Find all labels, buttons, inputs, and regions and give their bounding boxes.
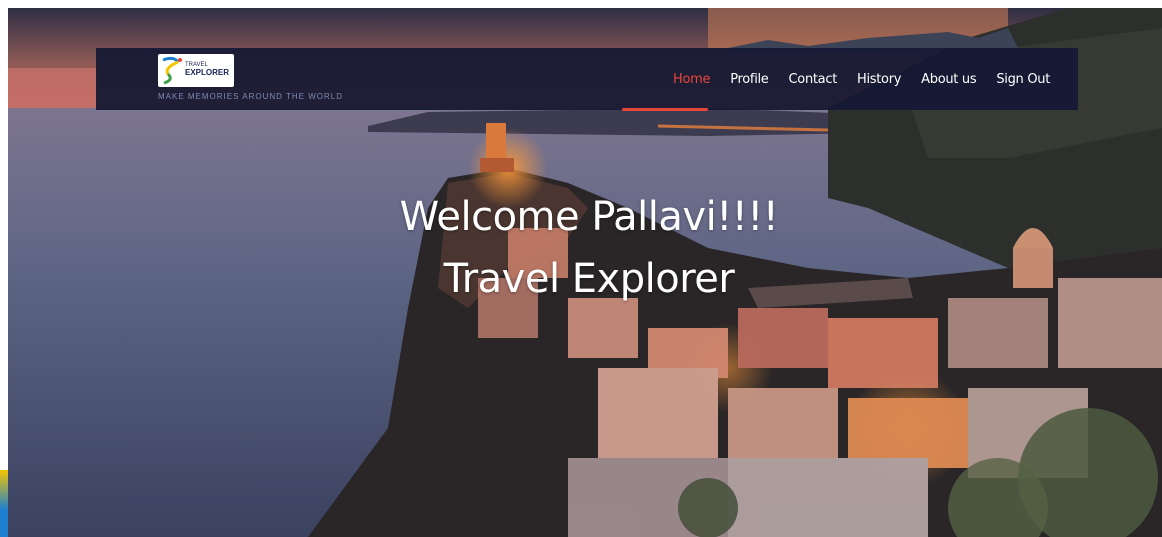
nav-item-about-us[interactable]: About us	[921, 72, 976, 87]
active-nav-indicator	[622, 108, 708, 111]
nav-item-sign-out[interactable]: Sign Out	[996, 72, 1050, 87]
welcome-heading: Welcome Pallavi!!!!	[399, 194, 779, 240]
brand-logo[interactable]: TRAVEL EXPLORER	[158, 54, 234, 87]
top-navbar: TRAVEL EXPLORER MAKE MEMORIES AROUND THE…	[96, 48, 1078, 110]
logo-wordmark: TRAVEL EXPLORER	[185, 61, 229, 77]
page: TRAVEL EXPLORER MAKE MEMORIES AROUND THE…	[0, 0, 1162, 537]
left-edge-strip	[0, 470, 8, 537]
nav-item-history[interactable]: History	[857, 72, 901, 87]
logo-line-2: EXPLORER	[185, 68, 230, 77]
nav-item-contact[interactable]: Contact	[789, 72, 838, 87]
logo-swoosh-icon	[162, 56, 182, 85]
nav-item-profile[interactable]: Profile	[730, 72, 769, 87]
hero-title: Travel Explorer	[443, 256, 735, 302]
nav-item-home[interactable]: Home	[673, 72, 711, 87]
nav-menu: Home Profile Contact History About us Si…	[673, 72, 1050, 87]
brand-tagline: MAKE MEMORIES AROUND THE WORLD	[158, 92, 343, 101]
